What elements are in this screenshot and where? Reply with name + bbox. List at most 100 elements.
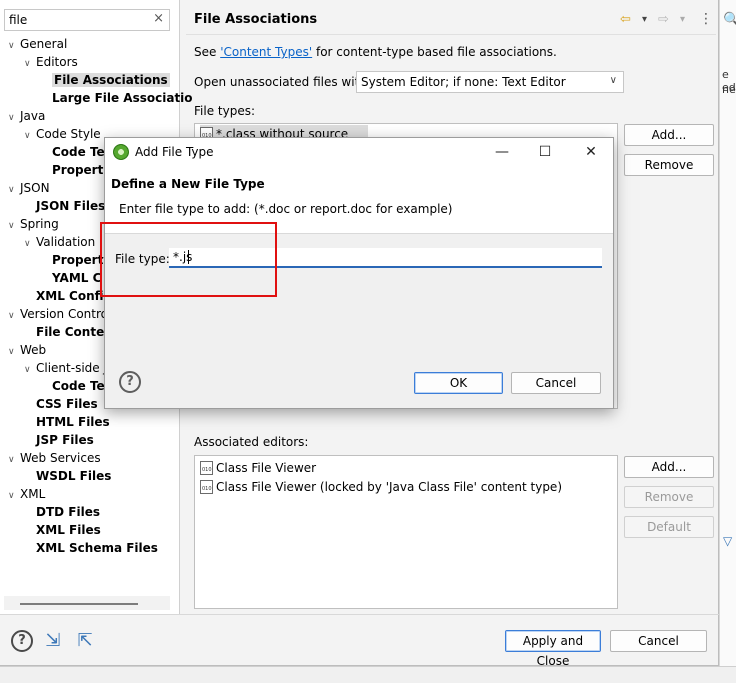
tree-item-label: Web Services — [20, 451, 101, 465]
search-icon: 🔍 — [723, 12, 736, 28]
add-file-type-button[interactable]: Add... — [624, 124, 714, 146]
tree-item[interactable]: ∨ Code Style — [24, 125, 101, 143]
tree-item[interactable]: ∨ Validation — [24, 233, 95, 251]
cancel-button[interactable]: Cancel — [610, 630, 707, 652]
tree-item[interactable]: ∨ Client-side J — [24, 359, 107, 377]
back-menu-icon[interactable]: ▾ — [642, 14, 647, 25]
tree-item[interactable]: File Associations — [40, 71, 170, 89]
editor-label: Class File Viewer (locked by 'Java Class… — [216, 480, 562, 494]
tree-item[interactable]: WSDL Files — [24, 467, 111, 485]
page-title: File Associations — [194, 12, 318, 27]
editor-row[interactable]: Class File Viewer (locked by 'Java Class… — [200, 478, 562, 496]
tree-item[interactable]: JSON Files — [24, 197, 105, 215]
chevron-down-icon[interactable]: ∨ — [8, 343, 20, 361]
chevron-down-icon[interactable]: ∨ — [8, 451, 20, 469]
tree-item-label: File Conten — [36, 325, 113, 339]
highlight-box — [100, 222, 277, 297]
tree-item-label: Version Contro — [20, 307, 108, 321]
tree-item-label: Validation — [36, 235, 96, 249]
tree-item[interactable]: ∨ General — [8, 35, 67, 53]
tree-item[interactable]: XML Files — [24, 521, 101, 539]
tree-item[interactable]: File Conten — [24, 323, 113, 341]
tree-item[interactable]: Code Te — [40, 143, 105, 161]
dialog-cancel-button[interactable]: Cancel — [511, 372, 601, 394]
bottom-divider — [0, 614, 719, 615]
file-types-label: File types: — [194, 104, 255, 118]
tree-item[interactable]: Large File Associatio — [40, 89, 193, 107]
clear-filter-icon[interactable]: × — [153, 11, 164, 26]
background-text-fragment: ne. — [722, 83, 736, 96]
tree-item-label: Large File Associatio — [52, 91, 193, 105]
add-editor-button[interactable]: Add... — [624, 456, 714, 478]
tree-item[interactable]: ∨ Spring — [8, 215, 59, 233]
tree-item-label: Code Te — [52, 145, 105, 159]
chevron-down-icon[interactable]: ∨ — [24, 361, 36, 379]
tree-item[interactable]: ∨ Version Contro — [8, 305, 108, 323]
remove-file-type-button[interactable]: Remove — [624, 154, 714, 176]
tree-item-label: JSON Files — [36, 199, 106, 213]
tree-item[interactable]: XML Schema Files — [24, 539, 158, 557]
tree-item[interactable]: HTML Files — [24, 413, 110, 431]
tree-item-label: Code Style — [36, 127, 101, 141]
help-icon[interactable]: ? — [11, 630, 33, 652]
ok-button[interactable]: OK — [414, 372, 503, 394]
default-editor-button[interactable]: Default — [624, 516, 714, 538]
back-arrow-icon[interactable]: ⇦ — [620, 12, 631, 27]
dialog-title: Add File Type — [135, 145, 214, 159]
tree-item[interactable]: YAML C — [40, 269, 101, 287]
background-editor-footer — [0, 666, 736, 683]
import-icon[interactable]: ⇲ — [42, 630, 64, 652]
forward-menu-icon[interactable]: ▾ — [680, 14, 685, 25]
chevron-down-icon[interactable]: ∨ — [8, 37, 20, 55]
forward-arrow-icon[interactable]: ⇨ — [658, 12, 669, 27]
tree-item[interactable]: DTD Files — [24, 503, 100, 521]
tree-item-label: YAML C — [52, 271, 102, 285]
chevron-down-icon[interactable]: ∨ — [24, 235, 36, 253]
close-icon[interactable]: ✕ — [579, 142, 603, 162]
tree-item[interactable]: ∨ JSON — [8, 179, 50, 197]
tree-item[interactable]: ∨ XML — [8, 485, 45, 503]
scrollbar-thumb[interactable] — [20, 603, 138, 605]
editor-row[interactable]: Class File Viewer — [200, 459, 316, 477]
background-editor-strip: 🔍 e ed ne. ▽ — [719, 0, 736, 683]
tree-item-label: XML — [20, 487, 46, 501]
dialog-titlebar[interactable]: Add File Type — ☐ ✕ — [105, 138, 613, 168]
minimize-icon[interactable]: — — [490, 142, 514, 162]
tree-item-label: Web — [20, 343, 47, 357]
chevron-down-icon[interactable]: ∨ — [8, 487, 20, 505]
chevron-down-icon[interactable]: ∨ — [8, 307, 20, 325]
tree-item[interactable]: ∨ Editors — [24, 53, 78, 71]
export-icon[interactable]: ⇱ — [74, 630, 96, 652]
tree-item-label: Spring — [20, 217, 59, 231]
tree-item[interactable]: CSS Files — [24, 395, 98, 413]
tree-item[interactable]: Code Te — [40, 377, 105, 395]
class-file-icon — [200, 480, 213, 494]
unassociated-editor-select[interactable]: System Editor; if none: Text Editor ∨ — [356, 71, 624, 93]
tree-item[interactable]: XML Config — [24, 287, 112, 305]
tree-item-label: Code Te — [52, 379, 105, 393]
tree-item-label: General — [20, 37, 68, 51]
remove-editor-button[interactable]: Remove — [624, 486, 714, 508]
tree-item-label: DTD Files — [36, 505, 100, 519]
chevron-down-icon[interactable]: ∨ — [24, 55, 36, 73]
chevron-down-icon[interactable]: ∨ — [8, 217, 20, 235]
content-types-link[interactable]: 'Content Types' — [220, 45, 312, 59]
associated-editors-list[interactable]: Class File Viewer Class File Viewer (loc… — [194, 455, 618, 609]
tree-item[interactable]: ∨ Web — [8, 341, 46, 359]
tree-item[interactable]: JSP Files — [24, 431, 94, 449]
tree-horizontal-scrollbar[interactable] — [4, 596, 170, 610]
tree-item-label: XML Files — [36, 523, 101, 537]
tree-item[interactable]: ∨ Web Services — [8, 449, 101, 467]
content-types-suffix: for content-type based file associations… — [312, 45, 557, 59]
more-menu-icon[interactable]: ⋮ — [699, 11, 713, 27]
tree-item[interactable]: ∨ Java — [8, 107, 45, 125]
chevron-down-icon[interactable]: ∨ — [24, 127, 36, 145]
chevron-down-icon[interactable]: ∨ — [8, 109, 20, 127]
help-icon[interactable]: ? — [119, 371, 141, 393]
tree-item-label: Java — [20, 109, 46, 123]
chevron-down-icon[interactable]: ∨ — [8, 181, 20, 199]
unassociated-editor-value: System Editor; if none: Text Editor — [361, 75, 566, 89]
maximize-icon[interactable]: ☐ — [533, 142, 557, 162]
filter-input[interactable]: file × — [4, 9, 170, 31]
apply-and-close-button[interactable]: Apply and Close — [505, 630, 601, 668]
